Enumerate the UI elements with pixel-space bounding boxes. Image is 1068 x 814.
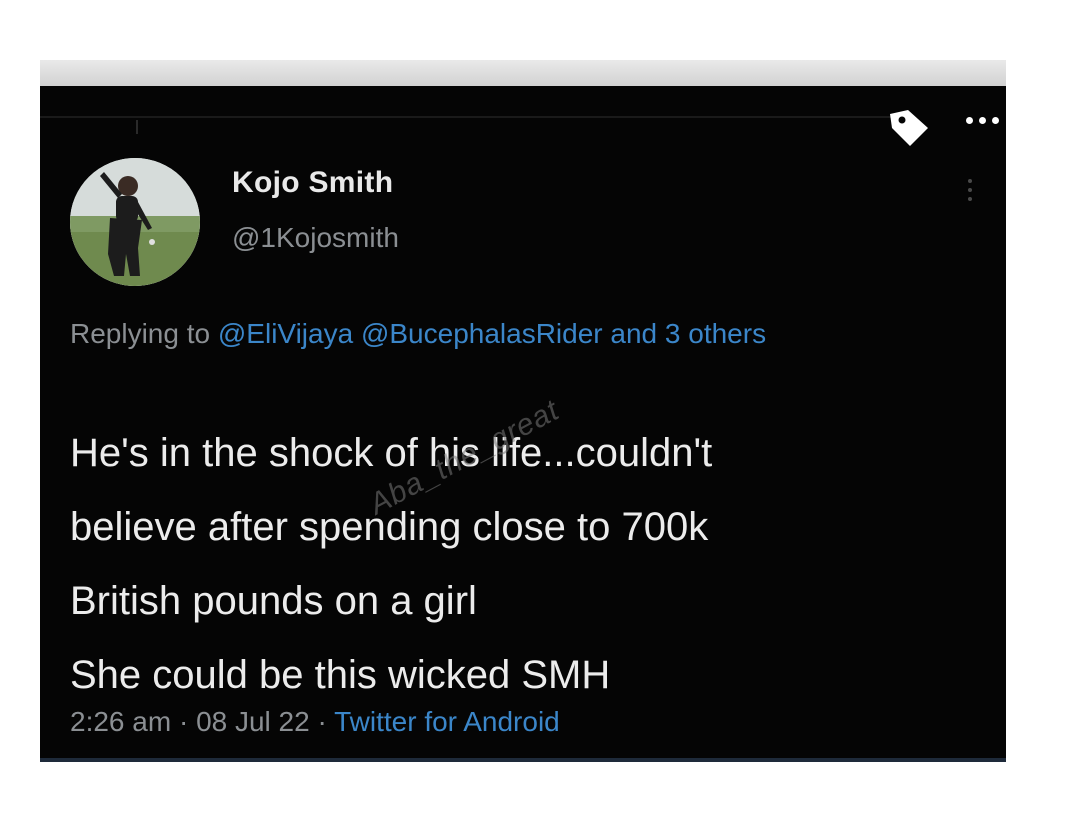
more-horizontal-icon[interactable] (960, 110, 1004, 130)
tweet-text-line: believe after spending close to 700k (70, 505, 709, 549)
avatar[interactable] (70, 158, 200, 286)
tweet-time[interactable]: 2:26 am (70, 706, 171, 737)
tweet-text-line: She could be this wicked SMH (70, 653, 611, 697)
tweet-date[interactable]: 08 Jul 22 (196, 706, 310, 737)
display-name[interactable]: Kojo Smith (232, 166, 393, 200)
others-link[interactable]: and 3 others (610, 318, 766, 349)
tweet-meta: 2:26 am · 08 Jul 22 · Twitter for Androi… (70, 706, 560, 738)
divider-tick (136, 120, 138, 134)
divider (40, 116, 900, 118)
tweet-card: Kojo Smith @1Kojosmith Replying to @EliV… (40, 86, 1006, 762)
meta-separator: · (178, 706, 189, 737)
user-handle[interactable]: @1Kojosmith (232, 222, 399, 254)
more-vertical-icon[interactable] (960, 172, 980, 208)
tweet-text: He's in the shock of his life...couldn't… (70, 416, 1000, 712)
reply-context: Replying to @EliVijaya @BucephalasRider … (70, 310, 950, 358)
tweet-text-line: British pounds on a girl (70, 579, 477, 623)
avatar-photo (70, 158, 200, 286)
browser-top-strip (40, 60, 1006, 86)
tweet-source[interactable]: Twitter for Android (334, 706, 560, 737)
meta-separator: · (317, 706, 327, 737)
tag-icon[interactable] (886, 106, 932, 150)
reply-prefix: Replying to (70, 318, 211, 349)
mention-link[interactable]: @BucephalasRider (361, 318, 603, 349)
screenshot-page: Kojo Smith @1Kojosmith Replying to @EliV… (0, 0, 1068, 814)
mention-link[interactable]: @EliVijaya (218, 318, 353, 349)
